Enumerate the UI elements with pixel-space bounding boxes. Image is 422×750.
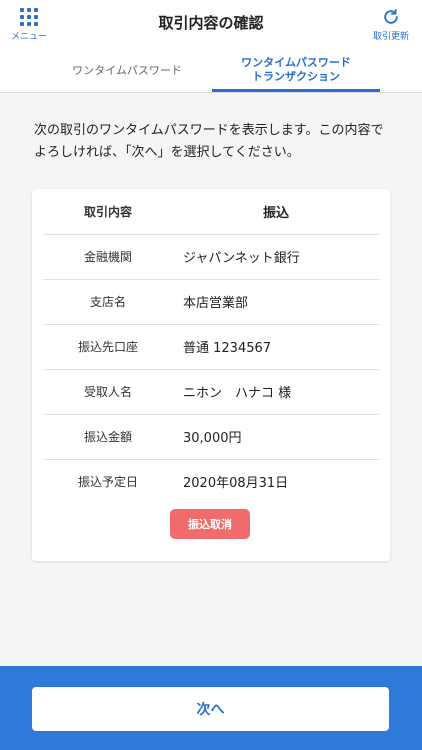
active-tab-indicator [212,89,380,92]
table-row: 振込金額 30,000円 [43,414,379,460]
row-value: 30,000円 [183,431,242,446]
page-title: 取引内容の確認 [158,14,264,32]
table-header-row: 取引内容 振込 [43,189,379,235]
cancel-transfer-button[interactable]: 振込取消 [170,509,250,539]
table-row: 金融機関 ジャパンネット銀行 [43,234,379,280]
table-row: 支店名 本店営業部 [43,279,379,325]
refresh-button[interactable]: 取引更新 [366,7,416,43]
transaction-card: 取引内容 振込 金融機関 ジャパンネット銀行 支店名 本店営業部 振込先口座 普… [32,189,390,561]
tab-onetime-password[interactable]: ワンタイムパスワード [42,47,212,92]
footer-bar: 次へ [0,666,422,750]
row-value: 本店営業部 [183,296,249,311]
row-value: 2020年08月31日 [183,476,289,491]
intro-text: 次の取引のワンタイムパスワードを表示します。この内容でよろしければ、「次へ」を選… [34,123,384,160]
app-header: メニュー 取引内容の確認 取引更新 [0,0,422,47]
header-value: 振込 [262,206,289,221]
row-label: 受取人名 [83,385,132,399]
row-label: 支店名 [89,295,126,309]
row-value: ニホン ハナコ 様 [183,386,292,401]
table-row: 振込予定日 2020年08月31日 [43,459,379,504]
row-label: 振込金額 [83,430,132,444]
tab-label-line1: ワンタイムパスワード [241,55,351,69]
tab-label: ワンタイムパスワード [72,63,182,77]
next-button[interactable]: 次へ [32,687,389,731]
row-label: 振込予定日 [77,475,138,489]
row-value: ジャパンネット銀行 [183,251,300,266]
refresh-icon [384,9,398,24]
table-row: 振込先口座 普通 1234567 [43,324,379,370]
row-label: 振込先口座 [77,340,138,354]
tab-label-line2: トランザクション [252,69,340,83]
table-row: 受取人名 ニホン ハナコ 様 [43,369,379,415]
refresh-label: 取引更新 [372,32,409,42]
tab-onetime-password-transaction[interactable]: ワンタイムパスワード トランザクション [212,47,380,92]
row-label: 金融機関 [83,250,132,264]
row-value: 普通 1234567 [183,341,272,356]
tab-bar: ワンタイムパスワード ワンタイムパスワード トランザクション [0,47,422,93]
